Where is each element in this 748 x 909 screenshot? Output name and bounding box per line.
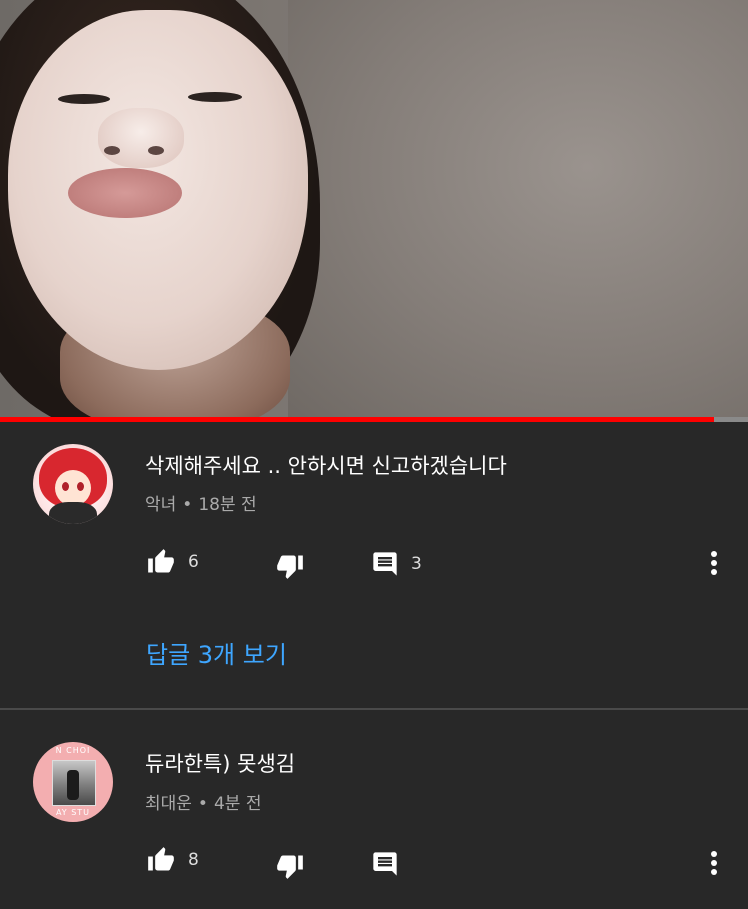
more-vert-icon[interactable] xyxy=(711,551,719,578)
video-background xyxy=(288,0,748,418)
like-count: 8 xyxy=(188,850,199,870)
comment-meta: 최대운 • 4분 전 xyxy=(145,789,261,814)
avatar-body xyxy=(49,502,97,524)
view-replies-link[interactable]: 답글 3개 보기 xyxy=(146,635,287,670)
dislike-button[interactable] xyxy=(275,852,305,880)
video-player[interactable] xyxy=(0,0,748,418)
video-nostril-right xyxy=(148,146,164,155)
comment-time: 4분 전 xyxy=(213,794,262,814)
avatar-eye xyxy=(62,482,69,491)
avatar-face xyxy=(55,470,91,506)
dislike-button[interactable] xyxy=(275,552,305,580)
reply-button[interactable]: 3 xyxy=(371,550,422,578)
meta-separator: • xyxy=(182,495,193,515)
avatar-text-bottom: AY STU xyxy=(55,808,91,817)
video-lips xyxy=(68,168,182,218)
reply-button[interactable] xyxy=(371,850,399,878)
thumbs-up-icon xyxy=(148,847,174,871)
thumbs-up-icon xyxy=(148,549,174,573)
meta-separator: • xyxy=(197,794,208,814)
comment-author[interactable]: 악녀 xyxy=(145,495,176,515)
video-nostril-left xyxy=(104,146,120,155)
like-button[interactable]: 6 xyxy=(146,548,199,576)
avatar[interactable]: N CHOI AY STU xyxy=(33,742,113,822)
comment-text: 삭제해주세요 .. 안하시면 신고하겠습니다 xyxy=(145,454,507,478)
avatar-figure xyxy=(67,770,79,800)
reply-icon xyxy=(373,552,397,576)
video-right-eye xyxy=(188,92,242,102)
comment-author[interactable]: 최대운 xyxy=(145,794,192,814)
comment-divider xyxy=(0,708,748,710)
video-progress-bar[interactable] xyxy=(0,417,748,422)
video-left-eye xyxy=(58,94,110,104)
comment-meta: 악녀 • 18분 전 xyxy=(145,490,257,515)
thumbs-down-icon xyxy=(277,555,303,579)
thumbs-down-icon xyxy=(277,855,303,879)
avatar[interactable] xyxy=(33,444,113,524)
like-count: 6 xyxy=(188,552,199,572)
avatar-eye xyxy=(77,482,84,491)
comment-time: 18분 전 xyxy=(198,495,257,515)
video-progress-fill xyxy=(0,417,715,422)
video-nose xyxy=(98,108,184,168)
comment-text: 듀라한특) 못생김 xyxy=(145,752,296,776)
more-vert-icon[interactable] xyxy=(711,851,719,878)
reply-icon xyxy=(373,852,397,876)
like-button[interactable]: 8 xyxy=(146,846,199,874)
avatar-text-top: N CHOI xyxy=(55,746,91,755)
reply-count: 3 xyxy=(411,554,422,574)
